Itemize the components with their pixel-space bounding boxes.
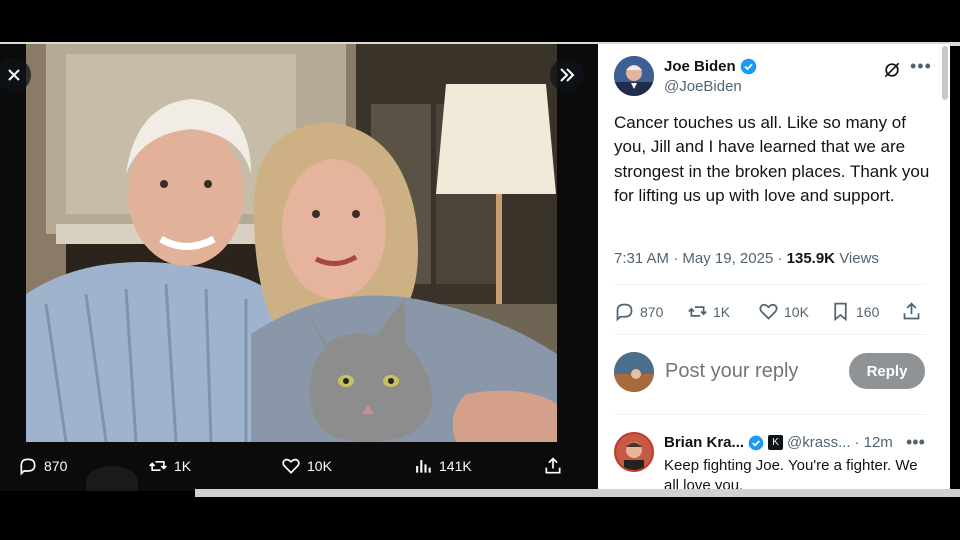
- tweet-author: Joe Biden @JoeBiden •••: [614, 56, 944, 100]
- heart-icon: [282, 458, 300, 474]
- verified-badge-icon: [748, 435, 764, 450]
- close-icon: [8, 69, 20, 81]
- reply-icon: [616, 303, 633, 322]
- tweet-views-label: Views: [839, 250, 879, 267]
- grok-icon[interactable]: [882, 60, 902, 80]
- tweet-text: Cancer touches us all. Like so many of y…: [614, 113, 930, 205]
- bookmark-icon: [834, 302, 847, 322]
- media-like-button[interactable]: 10K: [281, 456, 332, 476]
- reply-input[interactable]: [665, 360, 845, 383]
- reply-time[interactable]: 12m: [864, 434, 893, 451]
- bookmark-button[interactable]: 160: [830, 301, 879, 322]
- tweet-meta: 7:31 AM · May 19, 2025 · 135.9K Views: [614, 250, 879, 267]
- reply-tweet[interactable]: Brian Kra... K @krass... · 12m ••• Keep …: [614, 430, 934, 491]
- reply-author-handle[interactable]: @krass...: [787, 434, 851, 451]
- meta-separator: ·: [777, 250, 787, 267]
- like-count: 10K: [784, 303, 809, 320]
- chevron-double-right-icon: [560, 68, 575, 82]
- media-like-count: 10K: [307, 458, 332, 474]
- window-edge: [195, 489, 960, 497]
- avatar[interactable]: [614, 352, 654, 392]
- media-repost-button[interactable]: 1K: [148, 456, 191, 476]
- analytics-icon: [416, 460, 431, 473]
- reply-count: 870: [640, 303, 664, 320]
- media-views-button[interactable]: 141K: [413, 456, 472, 476]
- meta-separator: ·: [854, 434, 860, 451]
- media-repost-count: 1K: [174, 458, 192, 474]
- divider: [614, 334, 926, 335]
- tweet-views-count: 135.9K: [786, 250, 836, 267]
- avatar[interactable]: [614, 432, 654, 472]
- author-name[interactable]: Joe Biden: [664, 58, 736, 75]
- repost-icon: [149, 461, 167, 471]
- share-icon: [903, 302, 920, 320]
- scrollbar[interactable]: [942, 46, 948, 100]
- expand-button[interactable]: [550, 58, 584, 92]
- affiliate-badge-icon: K: [768, 435, 784, 450]
- reply-composer: Reply: [614, 350, 926, 394]
- repost-icon: [688, 306, 707, 317]
- tweet-detail-panel: Joe Biden @JoeBiden ••• Cancer touches u…: [598, 44, 950, 491]
- share-icon: [545, 457, 561, 474]
- media-views-count: 141K: [439, 458, 472, 474]
- reply-icon: [20, 458, 36, 476]
- tweet-photo[interactable]: [26, 44, 557, 442]
- media-reply-count: 870: [44, 458, 68, 474]
- repost-button[interactable]: 1K: [687, 301, 730, 322]
- reply-submit-button[interactable]: Reply: [849, 353, 925, 389]
- reply-text: Keep fighting Joe. You're a fighter. We …: [664, 457, 918, 491]
- letterbox-bottom: [0, 497, 960, 540]
- reply-button[interactable]: 870: [614, 301, 663, 322]
- media-share-button[interactable]: [543, 456, 563, 476]
- tweet-time[interactable]: 7:31 AM: [614, 250, 669, 267]
- tweet-stats-bar: 870 1K 10K 160: [614, 299, 926, 325]
- verified-badge-icon: [740, 58, 756, 75]
- divider: [614, 414, 926, 415]
- letterbox-top: [0, 0, 960, 42]
- media-viewer: 870 1K 10K 141K: [0, 44, 598, 491]
- more-options-icon[interactable]: •••: [910, 56, 932, 77]
- divider: [614, 284, 926, 285]
- more-options-icon[interactable]: •••: [906, 432, 925, 453]
- reply-author-name[interactable]: Brian Kra...: [664, 434, 744, 451]
- media-reply-button[interactable]: 870: [18, 456, 67, 476]
- like-button[interactable]: 10K: [758, 301, 809, 322]
- repost-count: 1K: [713, 303, 731, 320]
- author-handle[interactable]: @JoeBiden: [664, 78, 742, 95]
- bookmark-count: 160: [856, 303, 880, 320]
- meta-separator: ·: [673, 250, 683, 267]
- share-button[interactable]: [901, 301, 922, 322]
- heart-icon: [759, 303, 778, 320]
- avatar[interactable]: [614, 56, 654, 96]
- media-action-bar: 870 1K 10K 141K: [0, 448, 598, 488]
- tweet-date[interactable]: May 19, 2025: [682, 250, 773, 267]
